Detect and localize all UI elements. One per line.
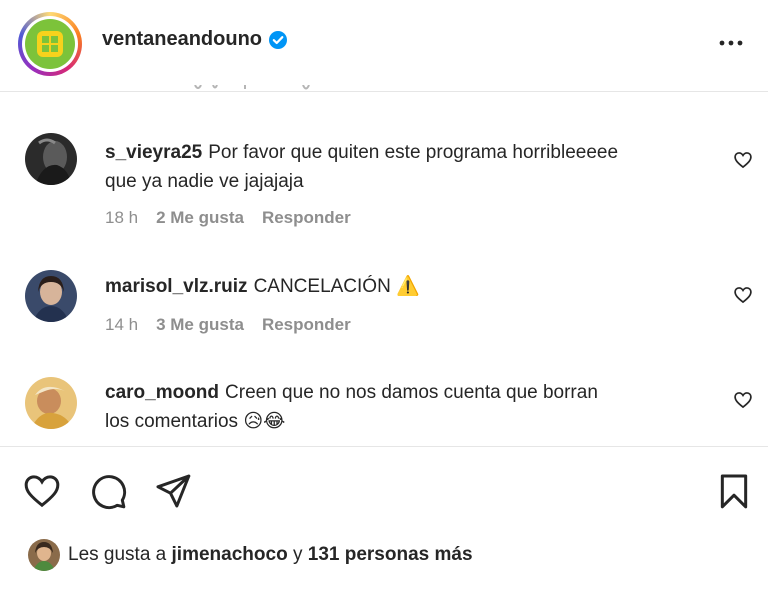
save-button[interactable] <box>714 471 754 516</box>
liker-username[interactable]: jimenachoco <box>172 544 288 566</box>
comment-username[interactable]: caro_moond <box>105 382 219 403</box>
comment-text: caro_moond Creen que no nos damos cuenta … <box>105 378 715 436</box>
comment-body-line2: que ya nadie ve jajajaja <box>105 171 304 192</box>
avatar-image <box>25 270 77 322</box>
profile-avatar[interactable] <box>18 12 82 76</box>
comment-body-line1: Por favor que quiten este programa horri… <box>208 142 619 163</box>
comment-body-line1: Creen que no nos damos cuenta que borran <box>225 382 598 403</box>
likes-connector: y <box>292 544 303 565</box>
more-options-icon <box>719 40 743 46</box>
logo-icon <box>37 31 63 57</box>
avatar-inner <box>22 16 78 72</box>
comment-likes-count[interactable]: 3 Me gusta <box>156 315 244 335</box>
comment-username[interactable]: marisol_vlz.ruiz <box>105 276 248 297</box>
caption-fragment-glyphs <box>194 84 310 90</box>
comment-time: 14 h <box>105 315 139 334</box>
post-header: ventaneandouno <box>0 0 768 92</box>
comment-body-line2: los comentarios 😥😂 <box>105 411 286 432</box>
share-icon <box>156 474 191 508</box>
likes-others-link[interactable]: 131 personas más <box>308 544 473 566</box>
heart-icon <box>734 287 752 304</box>
avatar-image <box>25 133 77 185</box>
verified-badge-icon <box>269 30 288 49</box>
comment-body-line1: CANCELACIÓN ⚠️ <box>253 276 420 297</box>
comment-avatar[interactable] <box>25 270 77 322</box>
comment-time: 18 h <box>105 208 139 227</box>
comment-like-button[interactable] <box>733 150 753 170</box>
comment-avatar[interactable] <box>25 133 77 185</box>
comment-avatar[interactable] <box>25 377 77 429</box>
comment-like-button[interactable] <box>733 285 753 305</box>
heart-icon <box>24 475 60 508</box>
channel-logo <box>25 19 75 69</box>
comment-likes-count[interactable]: 2 Me gusta <box>156 208 244 228</box>
actions-divider <box>0 446 768 447</box>
reply-button[interactable]: Responder <box>262 208 351 228</box>
more-options-button[interactable] <box>714 30 748 56</box>
comment-button[interactable] <box>88 471 128 516</box>
post-username[interactable]: ventaneandouno <box>102 28 288 51</box>
comment-username[interactable]: s_vieyra25 <box>105 142 202 163</box>
comment-icon <box>92 475 127 510</box>
comment-like-button[interactable] <box>733 390 753 410</box>
comment-text: marisol_vlz.ruiz CANCELACIÓN ⚠️ <box>105 272 715 301</box>
liker-avatar[interactable] <box>28 539 60 571</box>
avatar-image <box>25 377 77 429</box>
comment-meta: 14 h 3 Me gusta Responder <box>105 315 351 335</box>
comment-meta: 18 h 2 Me gusta Responder <box>105 208 351 228</box>
avatar-image <box>28 539 60 571</box>
likes-prefix: Les gusta a <box>68 544 167 565</box>
reply-button[interactable]: Responder <box>262 315 351 335</box>
like-button[interactable] <box>22 471 62 516</box>
bookmark-icon <box>720 474 748 509</box>
scrolled-caption-fragment <box>185 82 325 92</box>
likes-summary: Les gusta a jimenachoco y 131 personas m… <box>28 538 473 572</box>
heart-icon <box>734 392 752 409</box>
share-button[interactable] <box>153 471 193 516</box>
heart-icon <box>734 152 752 169</box>
username-text[interactable]: ventaneandouno <box>102 28 262 51</box>
comment-text: s_vieyra25 Por favor que quiten este prog… <box>105 138 715 196</box>
